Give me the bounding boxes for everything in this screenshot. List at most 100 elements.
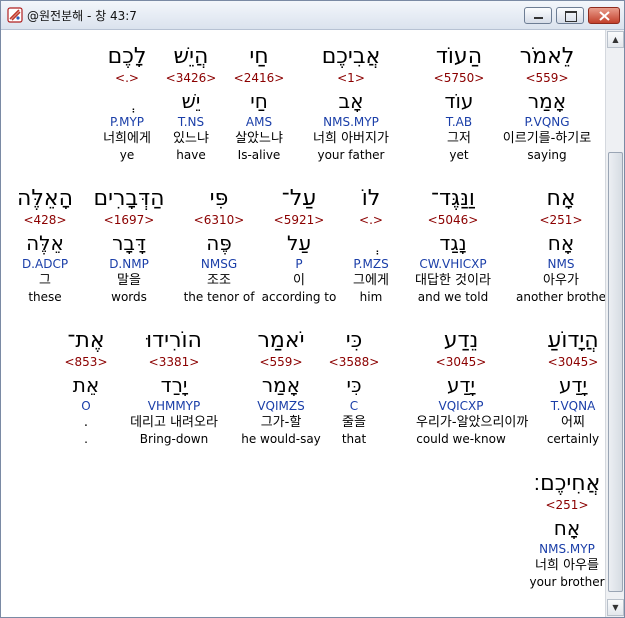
word-column[interactable]: וַנַּגֶּד־ <5046> נָגַד CW.VHICXP 대답한 것이라 and…	[408, 186, 498, 305]
parsing-code: NMSG	[200, 257, 238, 271]
maximize-icon	[565, 11, 577, 22]
app-icon	[7, 7, 23, 23]
hebrew-word: יֹאמַר	[257, 328, 305, 353]
lexical-form: אָמַר	[527, 89, 567, 113]
lexical-form: נָגַד	[439, 231, 467, 255]
word-column[interactable]: עַל־ <5921> עַל P 이 according to	[254, 186, 344, 305]
word-column[interactable]: הוֹרִידוּ <3381> יָרַד VHMMYP 데리고 내려오라 Bring-…	[129, 328, 219, 447]
english-gloss: Bring-down	[139, 432, 209, 446]
korean-gloss: 어찌	[561, 415, 585, 430]
english-gloss: your brother	[529, 575, 605, 589]
strong-number: <559>	[259, 355, 303, 369]
word-column[interactable]: יֹאמַר <559> אָמַר VQIMZS 그가-할 he would-say	[236, 328, 326, 447]
strong-number: <559>	[525, 71, 569, 85]
english-gloss: he would-say	[241, 432, 321, 446]
hebrew-word: לָכֶם	[107, 44, 147, 69]
lexical-form: אֵת	[72, 373, 100, 397]
parsing-code: O	[81, 399, 91, 413]
lexical-form: יָדַע	[447, 373, 475, 397]
title-bar[interactable]: @원전분해 - 창 43:7	[1, 1, 624, 30]
hebrew-word: אֶת־	[67, 328, 105, 353]
korean-gloss: 너희 아우를	[535, 558, 599, 573]
word-column[interactable]: אֲחִיכֶם׃ <251> אָח NMS.MYP 너희 아우를 your broth…	[522, 471, 605, 590]
strong-number: <5046>	[427, 213, 479, 227]
strong-number: <1>	[337, 71, 365, 85]
english-gloss: could we-know	[416, 432, 506, 446]
hebrew-word: וַנַּגֶּד־	[431, 186, 475, 211]
strong-number: <251>	[539, 213, 583, 227]
korean-gloss: 대답한 것이라	[415, 273, 491, 288]
english-gloss: ye	[119, 148, 135, 162]
parsing-code: P.VQNG	[524, 115, 570, 129]
parsing-code: NMS.MYP	[323, 115, 379, 129]
korean-gloss: 데리고 내려오라	[130, 415, 218, 430]
close-button[interactable]	[588, 7, 620, 24]
hebrew-word: פִּי	[209, 186, 229, 211]
lexical-form: אָמַר	[261, 373, 301, 397]
parsing-code: P.MYP	[109, 115, 145, 129]
lexical-form: פֶּה	[206, 231, 232, 255]
minimize-button[interactable]	[524, 7, 552, 24]
lexical-form: אָב	[338, 89, 364, 113]
word-column[interactable]: הֲיָדוֹעַ <3045> יָדַע T.VQNA 어찌 certainly	[528, 328, 605, 447]
parsing-code: P	[295, 257, 303, 271]
word-column[interactable]: אֲבִיכֶם <1> אָב NMS.MYP 너희 아버지가 your father	[306, 44, 396, 163]
strong-number: <5750>	[433, 71, 485, 85]
word-column[interactable]: פִּי <6310> פֶּה NMSG 조조 the tenor of	[174, 186, 264, 305]
english-gloss: saying	[527, 148, 567, 162]
close-icon	[599, 11, 610, 21]
word-column[interactable]: לֵאמֹר <559> אָמַר P.VQNG 이르기를-하기로 saying	[502, 44, 592, 163]
english-gloss: and we told	[417, 290, 489, 304]
word-column[interactable]: אָח <251> אָח NMS 아우가 another brother	[516, 186, 605, 305]
word-column[interactable]: הַעוֹד <5750> עוֹד T.AB 그저 yet	[414, 44, 504, 163]
parsing-code: T.AB	[445, 115, 473, 129]
parsing-code: D.ADCP	[21, 257, 69, 271]
interlinear-view[interactable]: לֵאמֹר <559> אָמַר P.VQNG 이르기를-하기로 saying הַעו…	[1, 30, 605, 617]
lexical-form: אָח	[553, 516, 581, 540]
lexical-form: אָח	[547, 231, 575, 255]
strong-number: <1697>	[103, 213, 155, 227]
hebrew-word: הֲיָדוֹעַ	[547, 328, 599, 353]
hebrew-word: אֲחִיכֶם׃	[533, 471, 601, 496]
parsing-code: CW.VHICXP	[419, 257, 487, 271]
word-column[interactable]: הַדְּבָרִים <1697> דָּבָר D.NMP 말을 words	[84, 186, 174, 305]
lexical-form: עַל	[286, 231, 312, 255]
korean-gloss: 그저	[447, 131, 471, 146]
hebrew-word: נֵדַע	[443, 328, 479, 353]
english-gloss: words	[111, 290, 147, 304]
hebrew-word: הוֹרִידוּ	[146, 328, 202, 353]
korean-gloss: 이르기를-하기로	[502, 131, 592, 146]
hebrew-word: עַל־	[281, 186, 317, 211]
english-gloss: certainly	[546, 432, 600, 446]
english-gloss: these	[28, 290, 62, 304]
parsing-code: T.VQNA	[550, 399, 596, 413]
parsing-code: VHMMYP	[147, 399, 201, 413]
hebrew-word: לֵאמֹר	[519, 44, 575, 69]
strong-number: <853>	[64, 355, 108, 369]
english-gloss: yet	[449, 148, 469, 162]
scroll-up-button[interactable]: ▲	[607, 31, 624, 48]
english-gloss: your father	[317, 148, 385, 162]
parsing-code: NMS	[547, 257, 575, 271]
strong-number: <3045>	[547, 355, 599, 369]
parsing-code: VQIMZS	[257, 399, 305, 413]
strong-number: <251>	[545, 498, 589, 512]
scrollbar-thumb[interactable]	[608, 152, 623, 592]
word-column[interactable]: לָכֶם <.>ְP.MYP 너희에게 ye	[82, 44, 172, 163]
word-column[interactable]: נֵדַע <3045> יָדַע VQICXP 우리가-알았으리이까 could we…	[416, 328, 529, 447]
lexical-form: אֵלֶּה	[26, 231, 64, 255]
strong-number: <5921>	[273, 213, 325, 227]
lexical-form: יָדַע	[559, 373, 587, 397]
lexical-form: עוֹד	[444, 89, 474, 113]
korean-gloss: 그가-할	[260, 415, 302, 430]
scroll-down-button[interactable]: ▼	[607, 599, 624, 616]
hebrew-word: הַדְּבָרִים	[93, 186, 165, 211]
lexical-form: דָּבָר	[112, 231, 146, 255]
english-gloss: according to	[261, 290, 337, 304]
word-column[interactable]: אֶת־ <853> אֵת O..	[41, 328, 131, 447]
maximize-button[interactable]	[556, 7, 584, 24]
parsing-code: NMS.MYP	[539, 542, 595, 556]
korean-gloss: 우리가-알았으리이까	[416, 415, 529, 430]
word-column[interactable]: הָאֵלֶּה <428> אֵלֶּה D.ADCP 그 these	[1, 186, 90, 305]
vertical-scrollbar[interactable]: ▲ ▼	[605, 30, 624, 617]
